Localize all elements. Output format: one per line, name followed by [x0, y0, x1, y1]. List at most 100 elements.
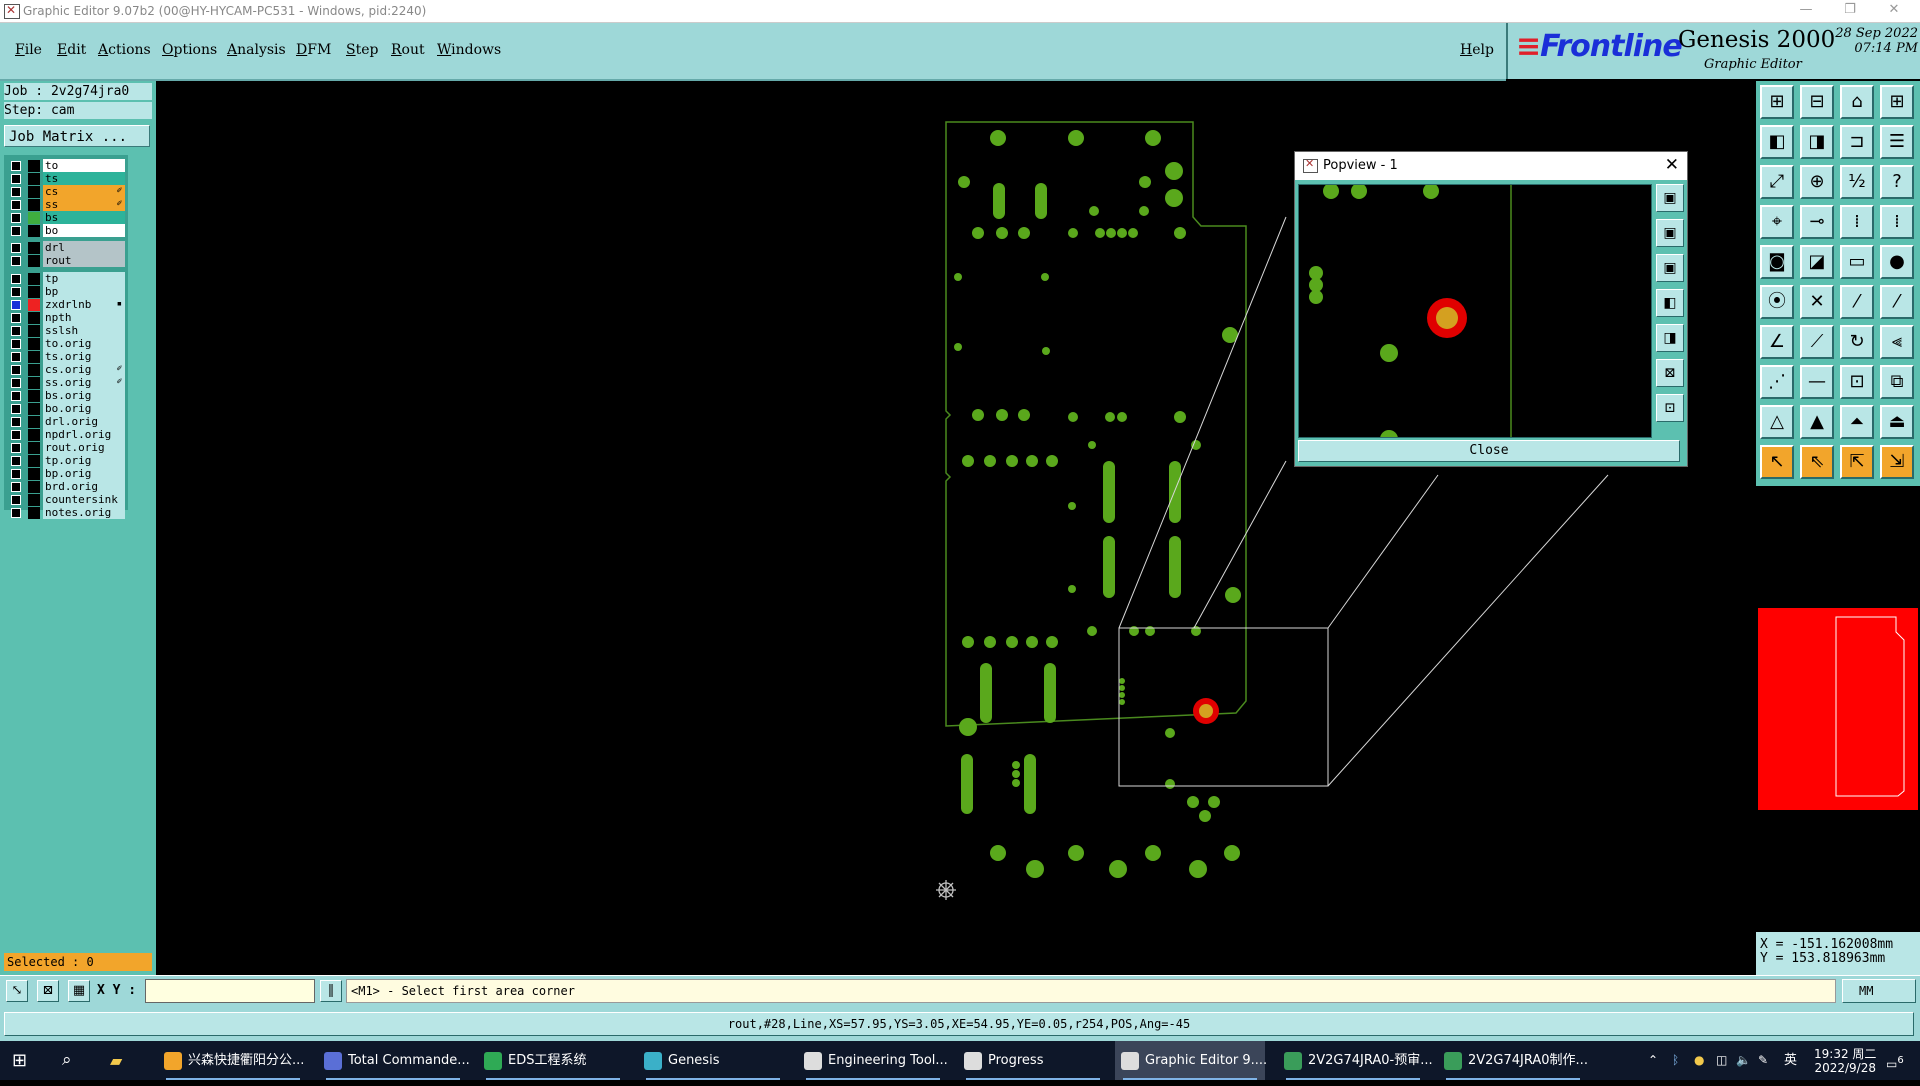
layer-color-swatch[interactable]	[28, 325, 40, 337]
move-icon[interactable]: ⋰	[1760, 365, 1794, 399]
layer-row[interactable]: bs.orig	[6, 389, 126, 403]
popview-close-x[interactable]: ✕	[1665, 155, 1679, 175]
pause-icon[interactable]: ‖	[320, 980, 342, 1002]
layer-row[interactable]: rout	[6, 254, 126, 268]
layer-color-swatch[interactable]	[28, 442, 40, 454]
layer-row[interactable]: cs.orig ✐	[6, 363, 126, 377]
pads-red2-icon[interactable]: ⁞	[1880, 205, 1914, 239]
tray-bluetooth-icon[interactable]: ᛒ	[1672, 1041, 1679, 1080]
layer-name[interactable]: tp	[43, 272, 125, 285]
layer-color-swatch[interactable]	[28, 377, 40, 389]
taskbar-app-button[interactable]: Progress	[958, 1041, 1108, 1080]
cross-icon[interactable]: ✕	[1800, 285, 1834, 319]
layer-row[interactable]: tp	[6, 272, 126, 286]
taskbar-app-button[interactable]: Graphic Editor 9....	[1115, 1041, 1267, 1080]
layer-name[interactable]: bo	[43, 224, 125, 237]
layer-name[interactable]: sslsh	[43, 324, 125, 337]
layer-checkbox[interactable]	[11, 300, 21, 310]
layer-row[interactable]: to.orig	[6, 337, 126, 351]
layer-name[interactable]: tp.orig	[43, 454, 125, 467]
triangle-icon[interactable]: △	[1760, 405, 1794, 439]
layer-name[interactable]: ss.orig ✐	[43, 376, 125, 389]
layer-row[interactable]: bp	[6, 285, 126, 299]
restore-button[interactable]: ❐	[1830, 2, 1870, 20]
grid-icon[interactable]: ▦	[68, 980, 90, 1002]
layer-row[interactable]: cs ✐	[6, 185, 126, 199]
layer-checkbox[interactable]	[11, 326, 21, 336]
layer-row[interactable]: npdrl.orig	[6, 428, 126, 442]
triangle2-icon[interactable]: ▲	[1800, 405, 1834, 439]
layer-row[interactable]: ss ✐	[6, 198, 126, 212]
select-pointer4-icon[interactable]: ⇲	[1880, 445, 1914, 479]
select-pointer3-icon[interactable]: ⇱	[1840, 445, 1874, 479]
scale-icon[interactable]: ½	[1840, 165, 1874, 199]
layer-row[interactable]: zxdrlnb ▪	[6, 298, 126, 312]
taskbar-app-button[interactable]: Genesis	[638, 1041, 788, 1080]
layer-row[interactable]: drl	[6, 241, 126, 255]
taskbar-app-button[interactable]: EDS工程系统	[478, 1041, 628, 1080]
arc-icon[interactable]: ↻	[1840, 325, 1874, 359]
fit-icon[interactable]: ⤢	[1760, 165, 1794, 199]
home-icon[interactable]: ⌂	[1840, 85, 1874, 119]
layer-checkbox[interactable]	[11, 226, 21, 236]
layer-name[interactable]: countersink	[43, 493, 125, 506]
layer-name[interactable]: rout.orig	[43, 441, 125, 454]
tray-volume-icon[interactable]: 🔈	[1736, 1041, 1751, 1080]
layer-name[interactable]: npdrl.orig	[43, 428, 125, 441]
layer-name[interactable]: rout	[43, 254, 125, 267]
menu-analysis[interactable]: Analysis	[227, 42, 286, 58]
pads-red-icon[interactable]: ⁞	[1840, 205, 1874, 239]
triangle4-icon[interactable]: ⏏	[1880, 405, 1914, 439]
layer-name[interactable]: ts	[43, 172, 125, 185]
layer-row[interactable]: bo	[6, 224, 126, 238]
layer-name[interactable]: bp.orig	[43, 467, 125, 480]
layer-name[interactable]: notes.orig	[43, 506, 125, 519]
taskbar-app-button[interactable]: 2V2G74JRA0-预审...	[1278, 1041, 1433, 1080]
line-icon[interactable]: ⟋	[1800, 325, 1834, 359]
layer-name[interactable]: npth	[43, 311, 125, 324]
minimize-button[interactable]: —	[1786, 2, 1826, 20]
layer-color-swatch[interactable]	[28, 212, 40, 224]
layer-color-swatch[interactable]	[28, 255, 40, 267]
layer-color-swatch[interactable]	[28, 494, 40, 506]
menu-actions[interactable]: Actions	[98, 42, 151, 58]
notification-icon[interactable]: ▭6	[1886, 1041, 1904, 1080]
taskbar-app-button[interactable]: Engineering Tool...	[798, 1041, 948, 1080]
grid-mode-icon[interactable]: ⊠	[37, 980, 59, 1002]
layer-color-swatch[interactable]	[28, 429, 40, 441]
triangle3-icon[interactable]: ⏶	[1840, 405, 1874, 439]
layer-checkbox[interactable]	[11, 404, 21, 414]
xy-input[interactable]	[145, 979, 315, 1003]
layer-row[interactable]: brd.orig	[6, 480, 126, 494]
popview-tool-5[interactable]: ◨	[1656, 324, 1684, 352]
tray-app-icon[interactable]: ●	[1694, 1041, 1704, 1080]
query-icon[interactable]: ?	[1880, 165, 1914, 199]
layer-color-swatch[interactable]	[28, 416, 40, 428]
drill-icon[interactable]: ⊸	[1800, 205, 1834, 239]
layer-color-swatch[interactable]	[28, 225, 40, 237]
circle-icon[interactable]: ●	[1880, 245, 1914, 279]
layer-row[interactable]: ts.orig	[6, 350, 126, 364]
zoom-back-icon[interactable]: ⊐	[1840, 125, 1874, 159]
layer-checkbox[interactable]	[11, 417, 21, 427]
zoom-in-icon[interactable]: ◧	[1760, 125, 1794, 159]
layer-checkbox[interactable]	[11, 174, 21, 184]
layer-checkbox[interactable]	[11, 365, 21, 375]
layer-color-swatch[interactable]	[28, 507, 40, 519]
zoom-home-icon[interactable]: ⊞	[1760, 85, 1794, 119]
popview-close-button[interactable]: Close	[1298, 440, 1680, 462]
layer-color-swatch[interactable]	[28, 299, 40, 311]
menu-options[interactable]: Options	[162, 42, 217, 58]
copy-icon[interactable]: ⧉	[1880, 365, 1914, 399]
snap-mode-icon[interactable]: ⤡	[6, 980, 28, 1002]
layer-checkbox[interactable]	[11, 243, 21, 253]
popview-tool-7[interactable]: ⊡	[1656, 394, 1684, 422]
layer-color-swatch[interactable]	[28, 364, 40, 376]
layer-name[interactable]: zxdrlnb ▪	[43, 298, 125, 311]
layer-row[interactable]: ss.orig ✐	[6, 376, 126, 390]
link-icon[interactable]: ⁄	[1840, 285, 1874, 319]
layer-row[interactable]: npth	[6, 311, 126, 325]
layer-row[interactable]: rout.orig	[6, 441, 126, 455]
layer-checkbox[interactable]	[11, 443, 21, 453]
menu-dfm[interactable]: DFM	[296, 42, 331, 58]
